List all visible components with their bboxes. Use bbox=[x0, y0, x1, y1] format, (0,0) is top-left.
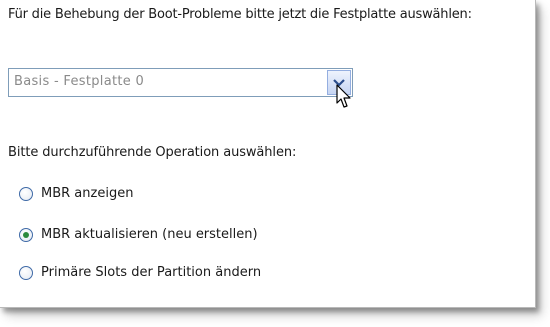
radio-option-label: MBR anzeigen bbox=[41, 186, 134, 201]
disk-select-value: Basis - Festplatte 0 bbox=[14, 74, 145, 89]
radio-option-label: MBR aktualisieren (neu erstellen) bbox=[41, 227, 258, 242]
radio-option-label: Primäre Slots der Partition ändern bbox=[41, 265, 262, 280]
radio-button[interactable] bbox=[19, 266, 33, 280]
intro-text: Für die Behebung der Boot-Probleme bitte… bbox=[8, 7, 472, 22]
radio-button[interactable] bbox=[19, 187, 33, 201]
screenshot-canvas: Für die Behebung der Boot-Probleme bitte… bbox=[0, 0, 550, 327]
disk-select[interactable]: Basis - Festplatte 0 bbox=[8, 68, 353, 97]
mouse-cursor-icon bbox=[336, 84, 351, 108]
radio-button-checked[interactable] bbox=[19, 228, 33, 242]
boot-repair-panel: Für die Behebung der Boot-Probleme bitte… bbox=[0, 0, 536, 308]
operation-label: Bitte durchzuführende Operation auswähle… bbox=[8, 145, 297, 160]
